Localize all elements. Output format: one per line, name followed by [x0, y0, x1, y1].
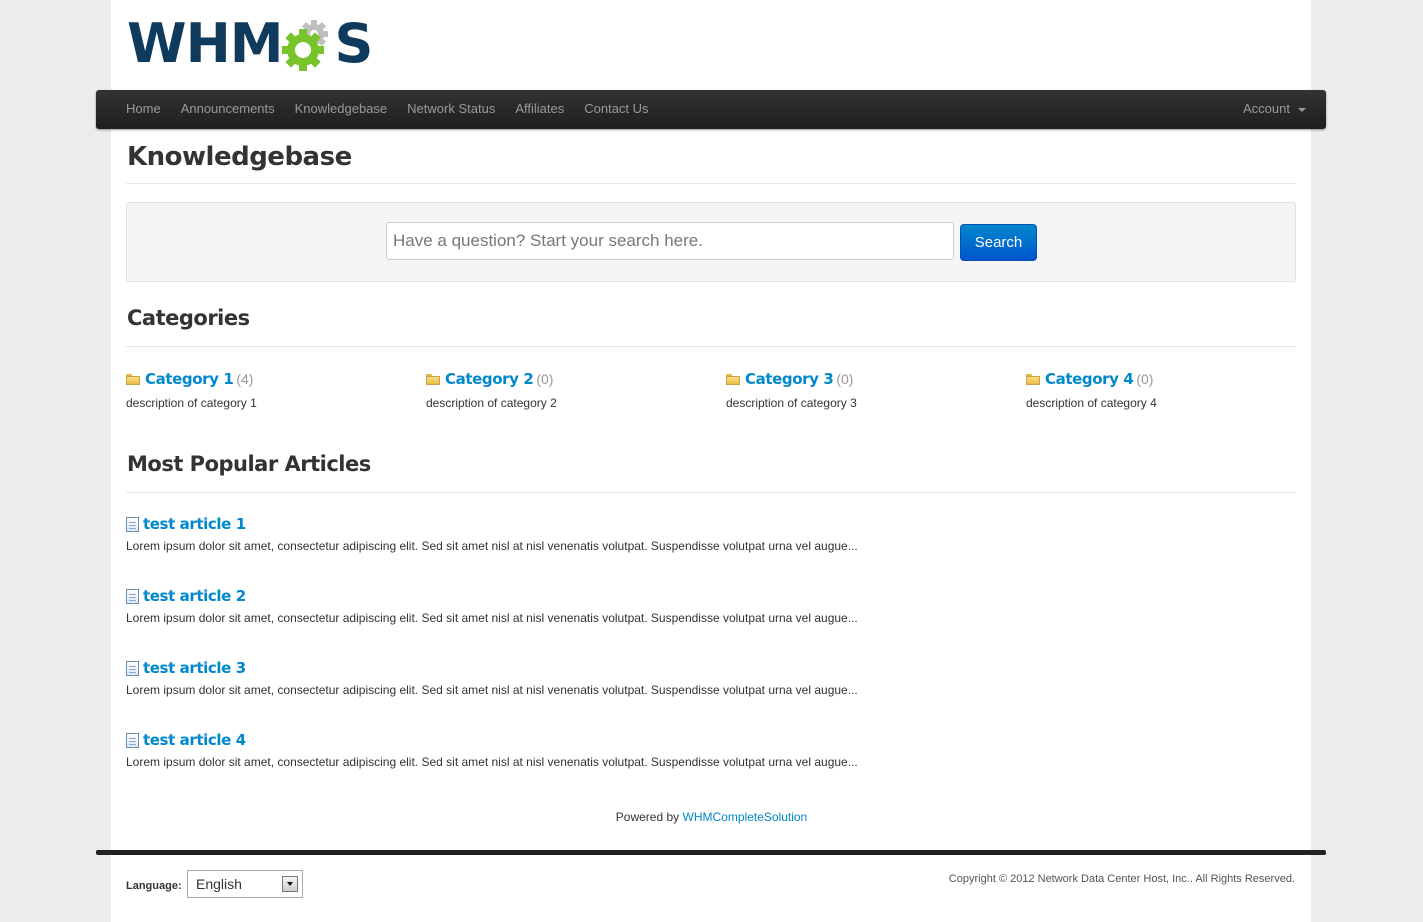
category-link[interactable]: Category 3 [745, 370, 834, 388]
logo-wordmark: WHM S [127, 12, 374, 75]
article-item: test article 3 Lorem ipsum dolor sit ame… [126, 657, 1026, 697]
folder-icon [126, 373, 140, 385]
category-count: (0) [536, 371, 554, 387]
main-navbar: Home Announcements Knowledgebase Network… [96, 90, 1326, 129]
category-description: description of category 3 [726, 396, 857, 410]
category-item: Category 1 (4) description of category 1 [126, 368, 406, 410]
logo-text-start: WHM [127, 12, 283, 75]
article-link[interactable]: test article 3 [143, 659, 246, 677]
category-item: Category 2 (0) description of category 2 [426, 368, 706, 410]
article-item: test article 4 Lorem ipsum dolor sit ame… [126, 729, 1026, 769]
nav-item-affiliates[interactable]: Affiliates [505, 90, 574, 129]
category-title-row: Category 4 (0) [1026, 368, 1306, 390]
powered-by: Powered by WHMCompleteSolution [0, 810, 1423, 824]
article-item: test article 1 Lorem ipsum dolor sit ame… [126, 513, 1026, 553]
search-button[interactable]: Search [960, 224, 1037, 261]
powered-by-link[interactable]: WHMCompleteSolution [683, 810, 808, 824]
folder-icon [426, 373, 440, 385]
nav-item-home[interactable]: Home [116, 90, 171, 129]
category-description: description of category 4 [1026, 396, 1157, 410]
category-link[interactable]: Category 4 [1045, 370, 1134, 388]
document-icon [126, 588, 139, 604]
category-count: (0) [1136, 371, 1154, 387]
title-divider [126, 183, 1296, 184]
logo-text-end: S [334, 12, 374, 75]
nav-item-network-status[interactable]: Network Status [397, 90, 505, 129]
footer-divider [96, 850, 1326, 855]
article-title-row: test article 3 [126, 657, 1026, 679]
categories-divider [126, 346, 1296, 347]
category-item: Category 4 (0) description of category 4 [1026, 368, 1306, 410]
popular-articles-heading: Most Popular Articles [127, 452, 371, 476]
document-icon [126, 516, 139, 532]
folder-icon [726, 373, 740, 385]
article-excerpt: Lorem ipsum dolor sit amet, consectetur … [126, 611, 858, 625]
language-select[interactable]: English [187, 870, 303, 898]
document-icon [126, 732, 139, 748]
account-label: Account [1243, 101, 1290, 116]
powered-by-label: Powered by [615, 810, 680, 824]
article-excerpt: Lorem ipsum dolor sit amet, consectetur … [126, 683, 858, 697]
article-link[interactable]: test article 1 [143, 515, 246, 533]
search-input[interactable]: Have a question? Start your search here. [386, 222, 954, 260]
category-link[interactable]: Category 2 [445, 370, 534, 388]
gear-icon [281, 20, 328, 71]
article-link[interactable]: test article 4 [143, 731, 246, 749]
article-item: test article 2 Lorem ipsum dolor sit ame… [126, 585, 1026, 625]
article-link[interactable]: test article 2 [143, 587, 246, 605]
articles-divider [126, 492, 1296, 493]
whmcs-logo[interactable]: WHM S [127, 12, 374, 75]
category-count: (0) [836, 371, 854, 387]
page-title: Knowledgebase [127, 142, 352, 172]
article-title-row: test article 1 [126, 513, 1026, 535]
category-description: description of category 1 [126, 396, 257, 410]
article-title-row: test article 2 [126, 585, 1026, 607]
category-title-row: Category 2 (0) [426, 368, 706, 390]
article-title-row: test article 4 [126, 729, 1026, 751]
copyright-text: Copyright © 2012 Network Data Center Hos… [948, 873, 1295, 885]
category-description: description of category 2 [426, 396, 557, 410]
folder-icon [1026, 373, 1040, 385]
language-value: English [196, 876, 242, 892]
nav-menu: Home Announcements Knowledgebase Network… [116, 90, 659, 129]
category-title-row: Category 3 (0) [726, 368, 1006, 390]
nav-item-knowledgebase[interactable]: Knowledgebase [285, 90, 398, 129]
category-link[interactable]: Category 1 [145, 370, 234, 388]
nav-item-contact-us[interactable]: Contact Us [574, 90, 658, 129]
account-dropdown[interactable]: Account [1243, 90, 1306, 128]
category-item: Category 3 (0) description of category 3 [726, 368, 1006, 410]
language-label: Language: [126, 880, 182, 892]
category-count: (4) [236, 371, 254, 387]
nav-item-announcements[interactable]: Announcements [171, 90, 285, 129]
document-icon [126, 660, 139, 676]
categories-heading: Categories [127, 306, 250, 330]
dropdown-arrow-icon [282, 876, 298, 892]
caret-down-icon [1298, 108, 1306, 112]
article-excerpt: Lorem ipsum dolor sit amet, consectetur … [126, 755, 858, 769]
category-title-row: Category 1 (4) [126, 368, 406, 390]
article-excerpt: Lorem ipsum dolor sit amet, consectetur … [126, 539, 858, 553]
